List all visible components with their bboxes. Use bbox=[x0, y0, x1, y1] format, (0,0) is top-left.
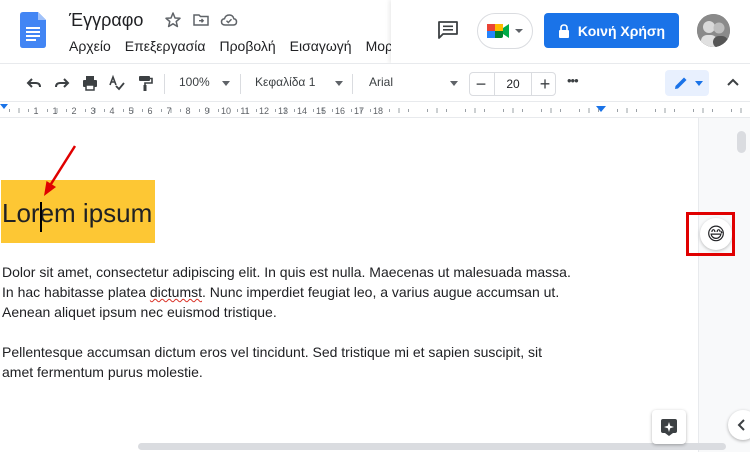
share-button[interactable]: Κοινή Χρήση bbox=[544, 13, 679, 48]
style-caret-icon[interactable] bbox=[335, 81, 343, 86]
spellcheck-icon[interactable] bbox=[108, 74, 126, 92]
paragraph-2[interactable]: Pellentesque accumsan dictum eros vel ti… bbox=[2, 342, 642, 382]
left-indent-marker-icon[interactable] bbox=[0, 104, 8, 109]
lock-icon bbox=[558, 23, 569, 38]
ruler-number: 10 bbox=[221, 106, 231, 116]
ruler-number: 9 bbox=[204, 106, 209, 116]
ruler-number: 6 bbox=[147, 106, 152, 116]
chevron-left-icon bbox=[737, 419, 745, 431]
app-header: Έγγραφο Αρχείο Επεξεργασία Προβολή Εισαγ… bbox=[0, 0, 750, 63]
document-canvas: Lorem ipsum Dolor sit amet, consectetur … bbox=[0, 118, 750, 452]
ruler-ticks: 1 1 2 3 4 5 6 7 8 9 10 11 12 13 14 15 16 17 18 bbox=[0, 104, 742, 116]
paint-format-icon[interactable] bbox=[136, 74, 154, 92]
font-size-input[interactable]: 20 bbox=[494, 73, 532, 95]
comment-icon[interactable] bbox=[437, 20, 459, 40]
heading-text[interactable]: Lorem ipsum bbox=[2, 198, 152, 229]
font-size-decrease-button[interactable]: − bbox=[472, 75, 490, 93]
font-caret-icon[interactable] bbox=[450, 81, 458, 86]
meet-button[interactable] bbox=[477, 13, 533, 49]
font-select[interactable]: Arial bbox=[369, 75, 393, 89]
chevron-up-icon[interactable] bbox=[724, 74, 742, 92]
toolbar-divider bbox=[240, 74, 241, 94]
print-icon[interactable] bbox=[81, 74, 99, 92]
more-options-button[interactable]: ••• bbox=[567, 73, 579, 88]
redo-icon[interactable] bbox=[53, 74, 71, 92]
paragraph-1-line-3: Aenean aliquet ipsum nec euismod tristiq… bbox=[2, 304, 277, 320]
ruler-number: 15 bbox=[316, 106, 326, 116]
editing-mode-caret-icon bbox=[695, 81, 703, 86]
move-folder-icon[interactable] bbox=[192, 11, 210, 29]
cloud-status-icon[interactable] bbox=[220, 11, 238, 29]
ruler-number: 14 bbox=[297, 106, 307, 116]
toolbar-divider bbox=[352, 74, 353, 94]
pencil-icon bbox=[675, 77, 687, 89]
ruler-number: 12 bbox=[259, 106, 269, 116]
explore-icon bbox=[661, 419, 677, 436]
meet-icon bbox=[487, 24, 523, 38]
horizontal-ruler[interactable]: 1 1 2 3 4 5 6 7 8 9 10 11 12 13 14 15 16 17 18 bbox=[0, 103, 750, 118]
menu-file[interactable]: Αρχείο bbox=[69, 38, 111, 54]
header-actions: Κοινή Χρήση bbox=[391, 0, 750, 63]
google-docs-window: Έγγραφο Αρχείο Επεξεργασία Προβολή Εισαγ… bbox=[0, 0, 750, 452]
document-title[interactable]: Έγγραφο bbox=[69, 10, 143, 31]
editing-mode-button[interactable] bbox=[665, 70, 709, 96]
style-select[interactable]: Κεφαλίδα 1 bbox=[255, 75, 315, 89]
menu-view[interactable]: Προβολή bbox=[219, 38, 275, 54]
right-gutter bbox=[700, 118, 750, 452]
ruler-number: 1 bbox=[33, 106, 38, 116]
ruler-number: 3 bbox=[90, 106, 95, 116]
vertical-scrollbar-thumb[interactable] bbox=[737, 131, 746, 153]
menu-bar: Αρχείο Επεξεργασία Προβολή Εισαγωγή Μορφ… bbox=[69, 38, 391, 54]
undo-icon[interactable] bbox=[25, 74, 43, 92]
menu-edit[interactable]: Επεξεργασία bbox=[125, 38, 206, 54]
ruler-number: 13 bbox=[278, 106, 288, 116]
font-size-stepper: − 20 + bbox=[469, 72, 556, 96]
side-panel-toggle-button[interactable] bbox=[728, 410, 750, 440]
toolbar-divider bbox=[164, 74, 165, 94]
paragraph-2-line-2: amet fermentum purus molestie. bbox=[2, 364, 203, 380]
menu-format[interactable]: Μορφή bbox=[366, 38, 391, 54]
zoom-caret-icon[interactable] bbox=[222, 81, 230, 86]
docs-logo-icon[interactable] bbox=[20, 12, 46, 48]
ruler-number: 17 bbox=[354, 106, 364, 116]
ruler-number: 4 bbox=[109, 106, 114, 116]
document-page[interactable]: Lorem ipsum Dolor sit amet, consectetur … bbox=[0, 118, 699, 452]
menu-insert[interactable]: Εισαγωγή bbox=[290, 38, 352, 54]
zoom-select[interactable]: 100% bbox=[179, 75, 210, 89]
misspelled-word[interactable]: dictumst bbox=[150, 284, 202, 300]
horizontal-scrollbar-thumb[interactable] bbox=[138, 443, 726, 450]
paragraph-1-line-1: Dolor sit amet, consectetur adipiscing e… bbox=[2, 264, 571, 280]
ruler-number: 8 bbox=[185, 106, 190, 116]
ruler-number: 11 bbox=[240, 106, 249, 116]
ruler-number: 2 bbox=[71, 106, 76, 116]
paragraph-1-line-2b: . Nunc imperdiet feugiat leo, a varius a… bbox=[202, 284, 560, 300]
account-avatar[interactable] bbox=[697, 14, 730, 47]
share-label: Κοινή Χρήση bbox=[577, 22, 666, 39]
text-cursor bbox=[40, 202, 42, 232]
ruler-number: 1 bbox=[52, 106, 57, 116]
ruler-number: 18 bbox=[373, 106, 383, 116]
ruler-number: 7 bbox=[166, 106, 171, 116]
explore-button[interactable] bbox=[652, 410, 686, 444]
title-icons bbox=[164, 11, 238, 29]
ruler-number: 16 bbox=[335, 106, 345, 116]
ruler-number: 5 bbox=[128, 106, 133, 116]
paragraph-1-line-2a: In hac habitasse platea bbox=[2, 284, 150, 300]
paragraph-2-line-1: Pellentesque accumsan dictum eros vel ti… bbox=[2, 344, 543, 360]
paragraph-1[interactable]: Dolor sit amet, consectetur adipiscing e… bbox=[2, 262, 642, 322]
annotation-highlight-box bbox=[686, 212, 735, 256]
formatting-toolbar: 100% Κεφαλίδα 1 Arial − 20 + ••• bbox=[0, 63, 750, 102]
right-indent-marker-icon[interactable] bbox=[596, 106, 606, 112]
font-size-increase-button[interactable]: + bbox=[536, 75, 554, 93]
star-icon[interactable] bbox=[164, 11, 182, 29]
